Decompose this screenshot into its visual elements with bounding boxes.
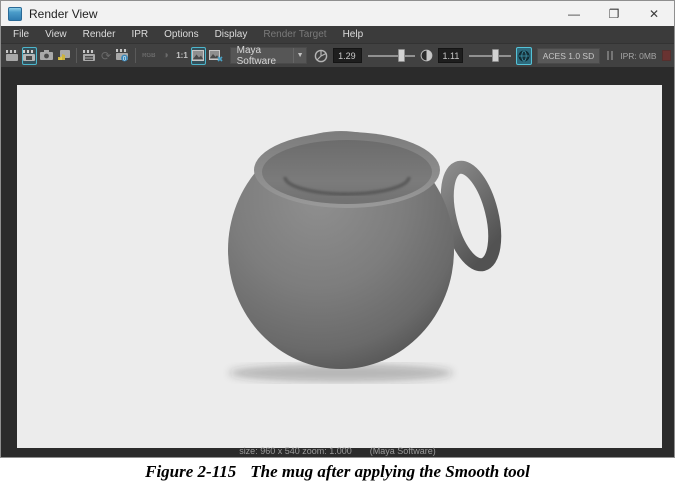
minimize-button[interactable]: — (554, 1, 594, 26)
exposure-button[interactable] (313, 47, 329, 65)
window-controls: — ❐ ✕ (554, 1, 674, 26)
save-image-icon (57, 50, 70, 62)
contrast-circle-icon (420, 49, 433, 62)
redo-render-button[interactable] (5, 47, 20, 65)
gamma-button[interactable] (419, 47, 434, 65)
menu-file[interactable]: File (5, 26, 37, 43)
exposure-slider-handle[interactable] (398, 49, 405, 62)
refresh-ipr-button: ⟳ (99, 47, 113, 65)
status-bar: size: 960 x 540 zoom: 1.000 (Maya Softwa… (1, 446, 674, 457)
display-rgb-button: RGB (141, 47, 156, 65)
figure-caption: Figure 2-115 The mug after applying the S… (0, 462, 675, 482)
remove-image-button[interactable] (208, 47, 224, 65)
gamma-slider-handle[interactable] (492, 49, 499, 62)
window-title: Render View (29, 7, 97, 21)
save-image-button[interactable] (56, 47, 71, 65)
color-management-toggle[interactable] (516, 47, 532, 65)
rgb-channels-icon: RGB (142, 53, 155, 59)
renderer-dropdown-value: Maya Software (237, 45, 294, 67)
alpha-channel-icon: ◑ (163, 50, 169, 61)
status-renderer: (Maya Software) (370, 446, 436, 457)
pause-ipr-button (607, 51, 613, 60)
color-management-globe-icon (518, 50, 530, 62)
menu-bar: File View Render IPR Options Display Ren… (1, 26, 674, 43)
render-view-window: Render View — ❐ ✕ File View Render IPR O… (0, 0, 675, 458)
pause-icon (607, 51, 609, 60)
chevron-down-icon: ▼ (293, 48, 306, 63)
one-to-one-icon: 1:1 (176, 51, 188, 60)
title-bar: Render View — ❐ ✕ (1, 1, 674, 26)
mug-render (17, 85, 662, 448)
color-transform-button[interactable]: ACES 1.0 SD (537, 48, 601, 64)
display-alpha-button: ◑ (158, 47, 172, 65)
keep-image-button[interactable] (191, 47, 205, 65)
toolbar-separator (76, 48, 77, 63)
rendered-image[interactable] (17, 85, 662, 448)
menu-render-target: Render Target (255, 26, 334, 43)
toolbar-separator (135, 48, 136, 63)
menu-view[interactable]: View (37, 26, 75, 43)
menu-ipr[interactable]: IPR (123, 26, 156, 43)
refresh-ipr-icon: ⟳ (101, 49, 111, 63)
figure-text: The mug after applying the Smooth tool (250, 462, 530, 481)
exposure-slider[interactable] (368, 48, 414, 64)
ipr-update-region-button[interactable]: 0 (115, 47, 130, 65)
exposure-aperture-icon (314, 49, 328, 63)
renderer-dropdown[interactable]: Maya Software ▼ (230, 47, 307, 64)
snapshot-camera-icon (40, 50, 53, 61)
keep-image-icon (192, 50, 204, 61)
ipr-render-button[interactable] (82, 47, 97, 65)
ipr-update-region-icon: 0 (116, 49, 129, 62)
status-size-zoom: size: 960 x 540 zoom: 1.000 (239, 446, 352, 457)
exposure-field[interactable]: 1.29 (333, 48, 362, 63)
close-button[interactable]: ✕ (634, 1, 674, 26)
render-region-button[interactable] (22, 47, 37, 65)
menu-options[interactable]: Options (156, 26, 206, 43)
remove-image-icon (209, 50, 223, 62)
menu-render[interactable]: Render (75, 26, 124, 43)
render-region-icon (23, 50, 36, 62)
pause-icon (611, 51, 613, 60)
maya-app-icon (8, 7, 22, 21)
snapshot-button[interactable] (39, 47, 54, 65)
gamma-slider[interactable] (469, 48, 510, 64)
redo-render-icon (6, 50, 19, 62)
menu-display[interactable]: Display (207, 26, 256, 43)
figure-number: Figure 2-115 (145, 462, 236, 481)
ipr-render-icon (83, 50, 96, 62)
render-viewport[interactable]: size: 960 x 540 zoom: 1.000 (Maya Softwa… (1, 67, 674, 457)
maximize-button[interactable]: ❐ (594, 1, 634, 26)
toolbar: ⟳ 0 RGB ◑ 1:1 (1, 43, 674, 67)
menu-help[interactable]: Help (335, 26, 372, 43)
real-size-button[interactable]: 1:1 (175, 47, 189, 65)
gamma-field[interactable]: 1.11 (438, 48, 464, 63)
ipr-memory-label: IPR: 0MB (620, 51, 656, 61)
ipr-memory-indicator (662, 50, 671, 61)
